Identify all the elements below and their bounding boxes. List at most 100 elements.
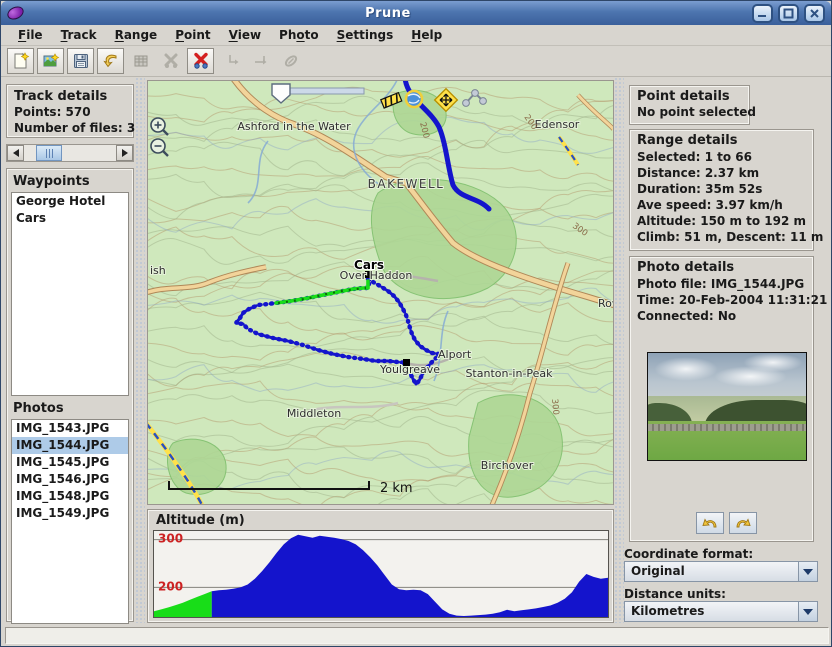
photo-connected: Connected: No bbox=[637, 308, 813, 324]
menu-help[interactable]: Help bbox=[402, 26, 451, 44]
distance-units-value: Kilometres bbox=[625, 602, 798, 621]
triangle-left-icon bbox=[13, 149, 19, 157]
point-details-status: No point selected bbox=[637, 104, 749, 120]
rotate-right-button[interactable] bbox=[729, 512, 757, 534]
app-icon-prune bbox=[5, 4, 25, 22]
scrollbar-thumb[interactable] bbox=[36, 145, 62, 161]
photo-item[interactable]: IMG_1543.JPG bbox=[12, 420, 128, 437]
photo-item-selected[interactable]: IMG_1544.JPG bbox=[12, 437, 128, 454]
altitude-tick-label: 300 bbox=[158, 532, 183, 546]
cut-point-icon bbox=[162, 52, 180, 70]
altitude-chart[interactable]: 300 200 bbox=[153, 530, 609, 618]
rotate-left-button[interactable] bbox=[696, 512, 724, 534]
track-files-count: Number of files: 3 bbox=[14, 120, 133, 136]
photo-item[interactable]: IMG_1548.JPG bbox=[12, 488, 128, 505]
map-label-over-haddon: Over Haddon bbox=[340, 269, 413, 282]
map-label-bakewell: BAKEWELL bbox=[368, 177, 445, 191]
distance-units-dropdown-button[interactable] bbox=[798, 602, 817, 621]
undo-icon bbox=[102, 52, 120, 70]
photo-item[interactable]: IMG_1545.JPG bbox=[12, 454, 128, 471]
new-file-button[interactable] bbox=[7, 48, 34, 74]
photos-title: Photos bbox=[13, 401, 129, 416]
save-file-button[interactable] bbox=[67, 48, 94, 74]
map-label-ish: ish bbox=[150, 264, 166, 277]
scale-bar-label: 2 km bbox=[380, 481, 413, 496]
photo-details-title: Photo details bbox=[637, 260, 813, 275]
app-window: Prune File Track Range Point View Photo … bbox=[0, 0, 832, 647]
photos-list[interactable]: IMG_1543.JPG IMG_1544.JPG IMG_1545.JPG I… bbox=[11, 419, 129, 624]
chevron-down-icon bbox=[803, 569, 813, 575]
menu-point[interactable]: Point bbox=[166, 26, 219, 44]
coordinate-format-label: Coordinate format: bbox=[624, 547, 753, 561]
map-label-ashford: Ashford in the Water bbox=[237, 120, 351, 133]
menu-settings[interactable]: Settings bbox=[328, 26, 403, 44]
track-scrollbar[interactable] bbox=[6, 144, 134, 162]
add-photo-button[interactable] bbox=[37, 48, 64, 74]
new-file-icon bbox=[12, 52, 30, 70]
globe-icon bbox=[406, 91, 422, 107]
altitude-area-selected bbox=[154, 591, 212, 617]
rotate-right-icon bbox=[734, 516, 752, 530]
range-distance: Distance: 2.37 km bbox=[637, 165, 813, 181]
map-label-rows: Rows bbox=[598, 297, 613, 310]
range-altitude: Altitude: 150 m to 192 m bbox=[637, 213, 813, 229]
menu-photo[interactable]: Photo bbox=[270, 26, 328, 44]
undo-button[interactable] bbox=[97, 48, 124, 74]
tool-bar bbox=[1, 46, 831, 77]
delete-range-button[interactable] bbox=[187, 48, 214, 74]
next-point-button bbox=[247, 48, 274, 74]
connect-photo-icon bbox=[282, 52, 300, 70]
range-duration: Duration: 35m 52s bbox=[637, 181, 813, 197]
point-table-icon bbox=[132, 52, 150, 70]
map-label-alport: Alport bbox=[438, 348, 472, 361]
minimize-button[interactable] bbox=[752, 4, 773, 23]
altitude-tick-label: 200 bbox=[158, 579, 183, 593]
scroll-right-button[interactable] bbox=[116, 145, 133, 161]
map-view[interactable]: Ashford in the Water BAKEWELL Edensor is… bbox=[147, 80, 614, 505]
range-climb-descent: Climb: 51 m, Descent: 11 m bbox=[637, 229, 813, 245]
left-splitter[interactable] bbox=[135, 77, 145, 623]
prev-point-button bbox=[217, 48, 244, 74]
lists-panel: Waypoints George Hotel Cars Photos IMG_1… bbox=[6, 168, 134, 622]
status-bar bbox=[5, 627, 829, 644]
waypoint-item[interactable]: George Hotel bbox=[12, 193, 128, 210]
triangle-right-icon bbox=[122, 149, 128, 157]
track-details-panel: Track details Points: 570 Number of file… bbox=[6, 84, 134, 138]
map-canvas[interactable]: Ashford in the Water BAKEWELL Edensor is… bbox=[148, 81, 613, 504]
right-splitter[interactable] bbox=[614, 77, 624, 623]
maximize-button[interactable] bbox=[778, 4, 799, 23]
altitude-panel: Altitude (m) 300 200 bbox=[147, 509, 614, 623]
track-details-title: Track details bbox=[14, 89, 133, 104]
prev-point-icon bbox=[222, 52, 240, 70]
coordinate-format-dropdown-button[interactable] bbox=[798, 562, 817, 581]
coordinate-format-select[interactable]: Original bbox=[624, 561, 818, 582]
contour-label-300: 300 bbox=[549, 398, 560, 415]
altitude-chart-title: Altitude (m) bbox=[156, 513, 245, 528]
menu-range[interactable]: Range bbox=[106, 26, 167, 44]
point-table-button bbox=[127, 48, 154, 74]
point-details-title: Point details bbox=[637, 89, 749, 104]
point-details-panel: Point details No point selected bbox=[629, 85, 750, 125]
distance-units-select[interactable]: Kilometres bbox=[624, 601, 818, 622]
title-bar[interactable]: Prune bbox=[1, 1, 831, 25]
menu-view[interactable]: View bbox=[220, 26, 270, 44]
map-label-middleton: Middleton bbox=[287, 407, 341, 420]
save-file-icon bbox=[72, 52, 90, 70]
scroll-left-button[interactable] bbox=[7, 145, 24, 161]
photo-thumbnail bbox=[647, 352, 807, 461]
scrollbar-track[interactable] bbox=[24, 145, 116, 161]
waypoints-list[interactable]: George Hotel Cars bbox=[11, 192, 129, 396]
photo-time: Time: 20-Feb-2004 11:31:21 bbox=[637, 292, 813, 308]
menu-file[interactable]: File bbox=[9, 26, 52, 44]
waypoint-item[interactable]: Cars bbox=[12, 210, 128, 227]
menu-track[interactable]: Track bbox=[52, 26, 106, 44]
cut-point-button bbox=[157, 48, 184, 74]
window-title: Prune bbox=[24, 6, 752, 21]
chevron-down-icon bbox=[803, 609, 813, 615]
connect-photo-button bbox=[277, 48, 304, 74]
close-button[interactable] bbox=[804, 4, 825, 23]
map-label-youlgreave: Youlgreave bbox=[379, 363, 440, 376]
photo-item[interactable]: IMG_1549.JPG bbox=[12, 505, 128, 522]
photo-item[interactable]: IMG_1546.JPG bbox=[12, 471, 128, 488]
range-details-title: Range details bbox=[637, 133, 813, 148]
